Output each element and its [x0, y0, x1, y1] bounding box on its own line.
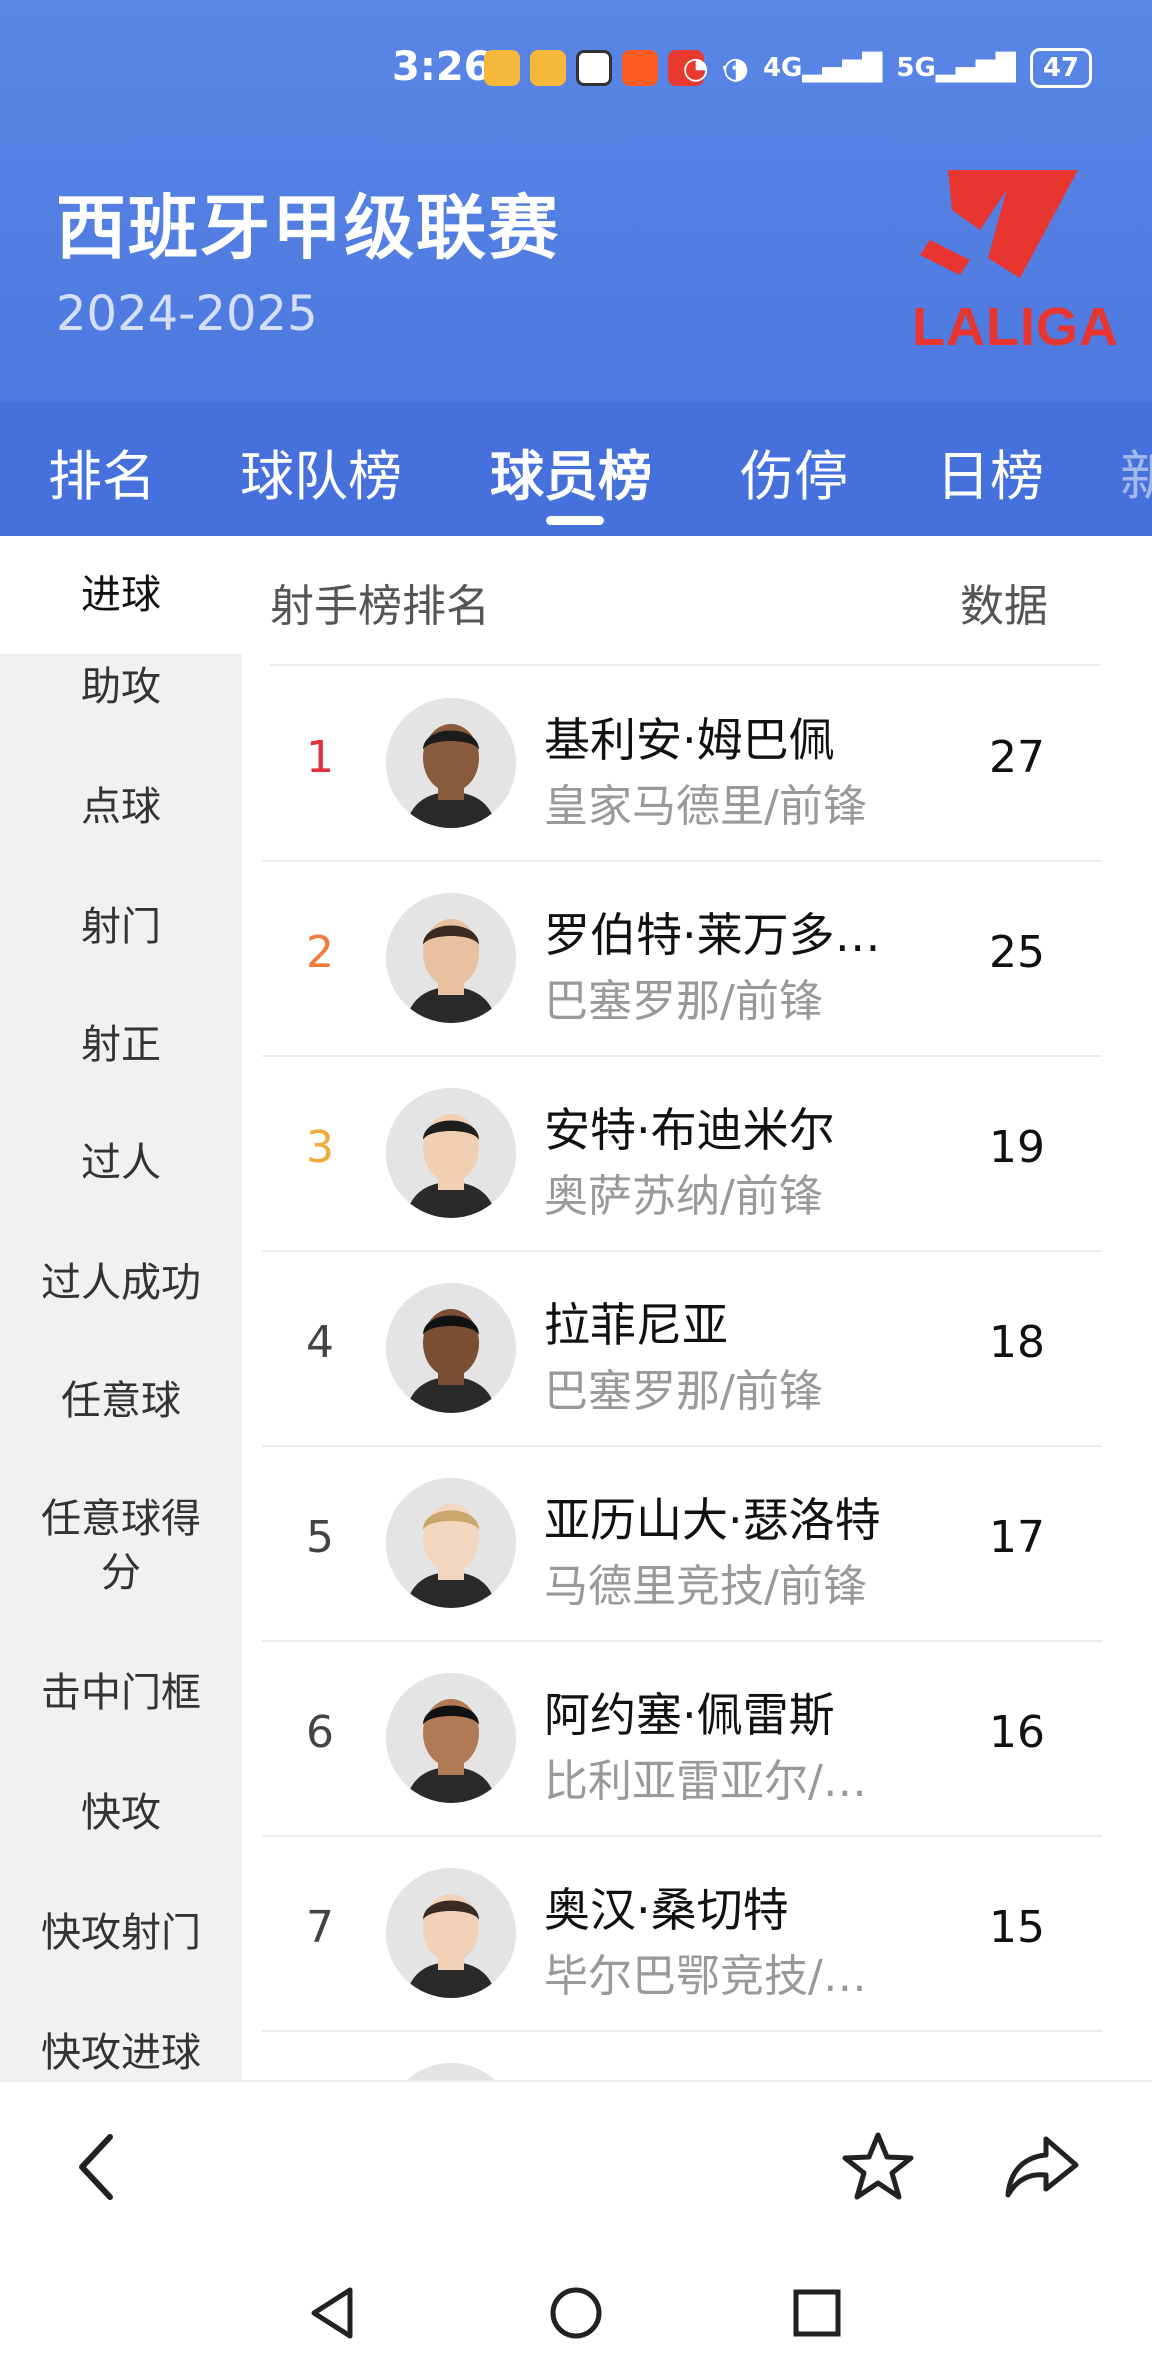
player-avatar [386, 2063, 516, 2080]
signal-5g-icon: 5G▂▄▆█ [896, 53, 1016, 83]
player-name: 亚历山大·瑟洛特 [544, 1493, 881, 1547]
goal-count: 19 [989, 1122, 1045, 1173]
sidebar-item-free-kicks[interactable]: 任意球 [0, 1374, 242, 1428]
player-rank: 5 [306, 1512, 334, 1563]
player-avatar [386, 1088, 516, 1218]
music-app-icon [576, 50, 612, 86]
player-rank: 6 [306, 1707, 334, 1758]
nav-recents-icon[interactable] [782, 2278, 852, 2348]
signal-4g-icon: 4G▂▄▆█ [762, 53, 883, 83]
tab-daily[interactable]: 日榜 [936, 432, 1044, 511]
player-rank: 4 [306, 1317, 334, 1368]
player-row[interactable]: 5 亚历山大·瑟洛特 马德里竞技/前锋 17 [262, 1446, 1102, 1641]
sidebar-item-assists[interactable]: 助攻 [0, 660, 242, 714]
sidebar-item-successful-dribbles[interactable]: 过人成功 [0, 1256, 242, 1310]
player-name: 奥汉·桑切特 [544, 1883, 789, 1937]
sidebar-item-penalties[interactable]: 点球 [0, 780, 242, 834]
player-rank: 7 [306, 1902, 334, 1953]
tab-standings[interactable]: 排名 [48, 432, 156, 511]
sidebar-item-counterattacks[interactable]: 快攻 [0, 1786, 242, 1840]
player-row[interactable]: 8朱利安·阿尔瓦… [262, 2031, 1102, 2080]
system-navigation-bar [0, 2250, 1152, 2376]
page-title: 西班牙甲级联赛 [56, 187, 560, 269]
player-name: 安特·布迪米尔 [544, 1103, 835, 1157]
tab-player-rankings[interactable]: 球员榜 [490, 432, 652, 511]
player-row[interactable]: 3 安特·布迪米尔 奥萨苏纳/前锋 19 [262, 1056, 1102, 1251]
player-row[interactable]: 4 拉菲尼亚巴塞罗那/前锋 18 [262, 1251, 1102, 1446]
tab-more[interactable]: 新 [1120, 432, 1152, 511]
goal-count: 15 [989, 1902, 1045, 1953]
player-row[interactable]: 7 奥汉·桑切特毕尔巴鄂竞技/… 15 [262, 1836, 1102, 2031]
sidebar-item-woodwork[interactable]: 击中门框 [0, 1666, 242, 1720]
player-name: 朱利安·阿尔瓦… [544, 2069, 894, 2080]
player-team-position: 皇家马德里/前锋 [544, 781, 867, 832]
favorite-star-icon[interactable] [838, 2127, 918, 2207]
goal-count: 18 [989, 1317, 1045, 1368]
sidebar-item-dribbles[interactable]: 过人 [0, 1136, 242, 1190]
sidebar-item-counter-shots[interactable]: 快攻射门 [0, 1906, 242, 1960]
hd-call-icon: ◔ [682, 50, 709, 86]
league-header: 3:26 ··· ◔ ◑ 4G▂▄▆█ 5G▂▄▆█ 47 西班牙甲级联赛 20… [0, 0, 1152, 402]
player-row[interactable]: 6 阿约塞·佩雷斯 比利亚雷亚尔/… 16 [262, 1641, 1102, 1836]
laliga-logo-text: LALIGA [912, 297, 1119, 357]
player-avatar [386, 1673, 516, 1803]
tab-bar: 排名 球队榜 球员榜 伤停 日榜 新 [0, 402, 1152, 536]
status-time: 3:26 [392, 44, 492, 90]
network-label-5g: 5G [896, 53, 936, 83]
sidebar-item-shots[interactable]: 射门 [0, 900, 242, 954]
player-avatar [386, 698, 516, 828]
tab-injuries[interactable]: 伤停 [740, 432, 848, 511]
player-avatar [386, 1478, 516, 1608]
tab-team-rankings[interactable]: 球队榜 [240, 432, 402, 511]
player-team-position: 巴塞罗那/前锋 [544, 1366, 823, 1417]
player-row[interactable]: 2 罗伯特·莱万多… 巴塞罗那/前锋 25 [262, 861, 1102, 1056]
player-name: 拉菲尼亚 [544, 1298, 728, 1352]
sidebar-item-counter-goals[interactable]: 快攻进球 [0, 2026, 242, 2080]
weibo-app-icon-2 [530, 50, 566, 86]
share-icon[interactable] [1002, 2127, 1082, 2207]
player-team-position: 毕尔巴鄂竞技/… [544, 1951, 867, 2002]
battery-level: 47 [1042, 53, 1079, 83]
goal-count: 27 [989, 732, 1045, 783]
player-name: 基利安·姆巴佩 [544, 713, 835, 767]
player-avatar [386, 1868, 516, 1998]
data-saver-icon: ◑ [722, 50, 749, 86]
network-label-4g: 4G [762, 53, 803, 83]
player-rank: 1 [306, 732, 334, 783]
back-icon[interactable] [60, 2127, 140, 2207]
player-rank: 2 [306, 927, 334, 978]
sidebar-item-free-kick-goals[interactable]: 任意球得分 [0, 1492, 242, 1600]
player-avatar [386, 1283, 516, 1413]
player-row[interactable]: 1 基利安·姆巴佩 皇家马德里/前锋 27 [262, 666, 1102, 861]
system-status: ◔ ◑ 4G▂▄▆█ 5G▂▄▆█ 47 [683, 48, 1092, 88]
player-team-position: 巴塞罗那/前锋 [544, 976, 823, 1027]
player-team-position: 比利亚雷亚尔/… [544, 1756, 867, 1807]
status-bar: 3:26 ··· ◔ ◑ 4G▂▄▆█ 5G▂▄▆█ 47 [0, 40, 1152, 96]
player-team-position: 马德里竞技/前锋 [544, 1561, 867, 1612]
goal-count: 25 [989, 927, 1045, 978]
player-name: 罗伯特·莱万多… [544, 908, 881, 962]
player-team-position: 奥萨苏纳/前锋 [544, 1171, 823, 1222]
stat-category-sidebar: 进球 助攻 点球 射门 射正 过人 过人成功 任意球 任意球得分 击中门框 快攻… [0, 536, 242, 2080]
player-rank: 3 [306, 1122, 334, 1173]
active-tab-indicator [546, 516, 604, 525]
goal-count: 16 [989, 1707, 1045, 1758]
sidebar-item-shots-on-target[interactable]: 射正 [0, 1018, 242, 1072]
nav-home-icon[interactable] [541, 2278, 611, 2348]
goal-count: 17 [989, 1512, 1045, 1563]
list-title: 射手榜排名 [270, 581, 490, 632]
bottom-toolbar [0, 2080, 1152, 2250]
taobao-app-icon [622, 50, 658, 86]
value-column-header: 数据 [960, 581, 1048, 632]
weibo-app-icon [484, 50, 520, 86]
player-name: 阿约塞·佩雷斯 [544, 1688, 835, 1742]
nav-back-icon[interactable] [300, 2278, 370, 2348]
sidebar-item-goals[interactable]: 进球 [0, 536, 242, 654]
season-label: 2024-2025 [56, 286, 318, 342]
player-avatar [386, 893, 516, 1023]
battery-icon: 47 [1029, 48, 1092, 88]
